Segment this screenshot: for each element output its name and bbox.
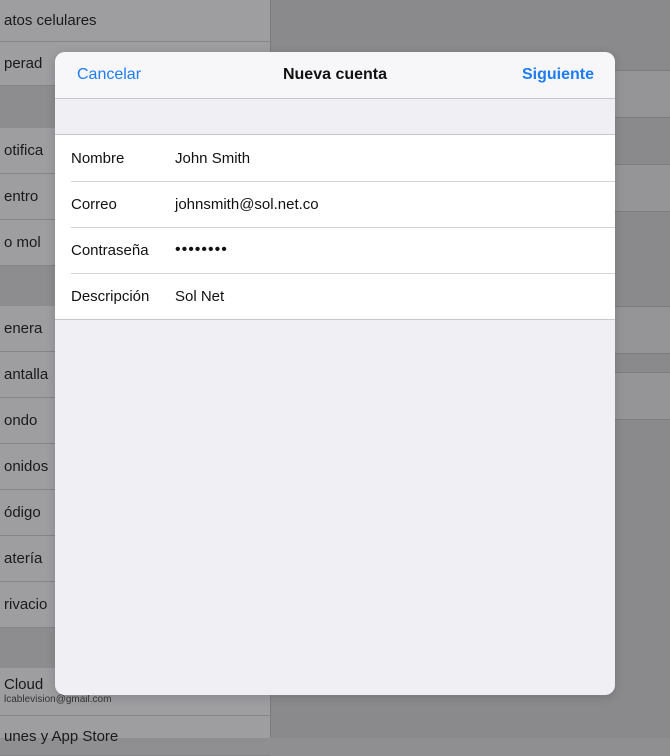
settings-row: atos celulares (0, 0, 270, 42)
name-label: Nombre (71, 149, 125, 167)
email-row[interactable]: Correo johnsmith@sol.net.co (55, 181, 615, 227)
description-label: Descripción (71, 287, 150, 305)
next-button[interactable]: Siguiente (522, 52, 594, 98)
name-field[interactable]: John Smith (175, 150, 615, 167)
password-field[interactable]: •••••••• (175, 241, 615, 259)
navigation-bar: Cancelar Nueva cuenta Siguiente (55, 52, 615, 99)
description-row[interactable]: Descripción Sol Net (55, 273, 615, 319)
name-row[interactable]: Nombre John Smith (55, 135, 615, 181)
account-form: Nombre John Smith Correo johnsmith@sol.n… (55, 134, 615, 320)
password-row[interactable]: Contraseña •••••••• (55, 227, 615, 273)
new-account-sheet: Cancelar Nueva cuenta Siguiente Nombre J… (55, 52, 615, 695)
email-field[interactable]: johnsmith@sol.net.co (175, 196, 615, 213)
settings-row: unes y App Store (0, 716, 270, 756)
password-label: Contraseña (71, 241, 149, 259)
email-label: Correo (71, 195, 117, 213)
description-field[interactable]: Sol Net (175, 288, 615, 305)
